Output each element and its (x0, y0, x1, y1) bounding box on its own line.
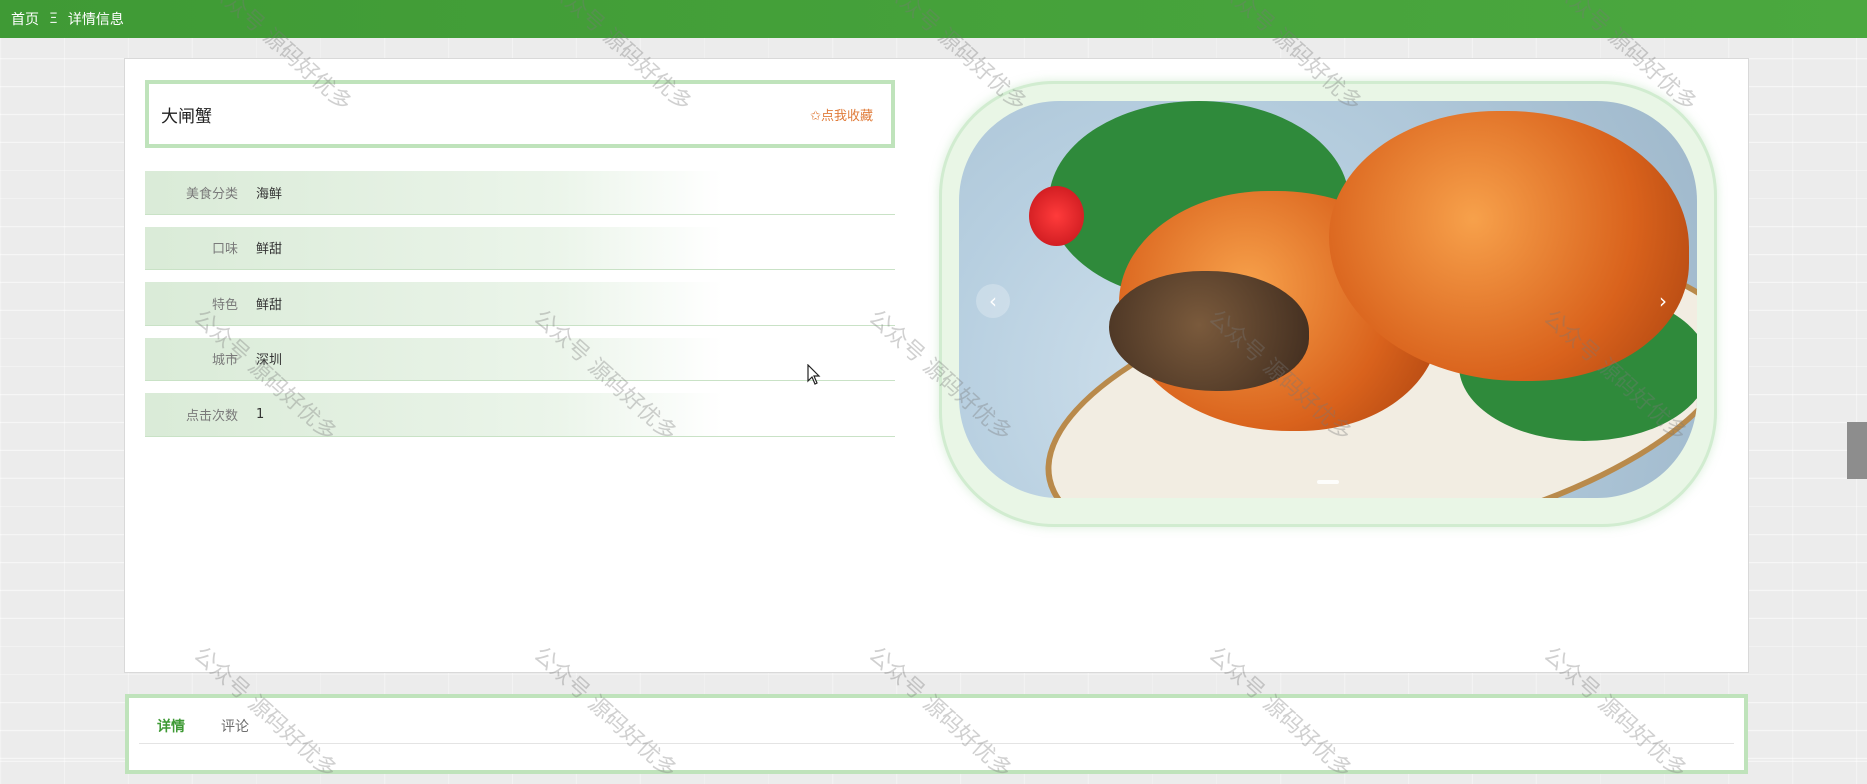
tab-detail[interactable]: 详情 (139, 708, 203, 743)
detail-card: 大闸蟹 ✩点我收藏 美食分类 海鲜 口味 鲜甜 特色 鲜甜 城市 深圳 点击次数… (124, 58, 1749, 673)
field-label: 城市 (211, 353, 238, 369)
title-box: 大闸蟹 ✩点我收藏 (145, 80, 895, 148)
field-label: 口味 (211, 242, 238, 258)
field-value: 深圳 (256, 353, 283, 369)
breadcrumb-home[interactable]: 首页 (11, 9, 39, 29)
favorite-button[interactable]: ✩点我收藏 (810, 105, 873, 124)
carousel-frame: ‹ › (939, 81, 1717, 527)
field-value: 鲜甜 (256, 242, 283, 258)
carousel-next-button[interactable]: › (1646, 284, 1680, 318)
tab-comments[interactable]: 评论 (203, 708, 267, 743)
field-value: 海鲜 (256, 186, 283, 202)
breadcrumb-separator: Ξ (49, 11, 58, 27)
top-breadcrumb-bar: 首页 Ξ 详情信息 (0, 0, 1867, 38)
field-row-taste: 口味 鲜甜 (145, 215, 895, 270)
field-label: 点击次数 (185, 408, 238, 424)
field-row-category: 美食分类 海鲜 (145, 159, 895, 215)
field-value: 1 (256, 406, 265, 422)
carousel-prev-button[interactable]: ‹ (976, 284, 1010, 318)
image-carousel[interactable]: ‹ › (959, 101, 1697, 498)
food-title: 大闸蟹 (161, 106, 212, 127)
food-image-flower (1029, 186, 1084, 246)
carousel-indicator (959, 480, 1697, 484)
tabs-card: 详情 评论 (125, 694, 1748, 774)
field-row-feature: 特色 鲜甜 (145, 270, 895, 326)
field-row-clicks: 点击次数 1 (145, 381, 895, 437)
breadcrumb-current: 详情信息 (67, 12, 124, 28)
field-row-city: 城市 深圳 (145, 326, 895, 381)
field-label: 美食分类 (185, 186, 238, 202)
mouse-pointer-icon (807, 364, 821, 385)
field-label: 特色 (211, 297, 238, 313)
field-list: 美食分类 海鲜 口味 鲜甜 特色 鲜甜 城市 深圳 点击次数 1 (145, 159, 895, 437)
carousel-dot[interactable] (1317, 480, 1339, 484)
field-value: 鲜甜 (256, 297, 283, 313)
detail-tabs: 详情 评论 (139, 708, 1734, 744)
scrollbar-thumb[interactable] (1847, 422, 1867, 479)
